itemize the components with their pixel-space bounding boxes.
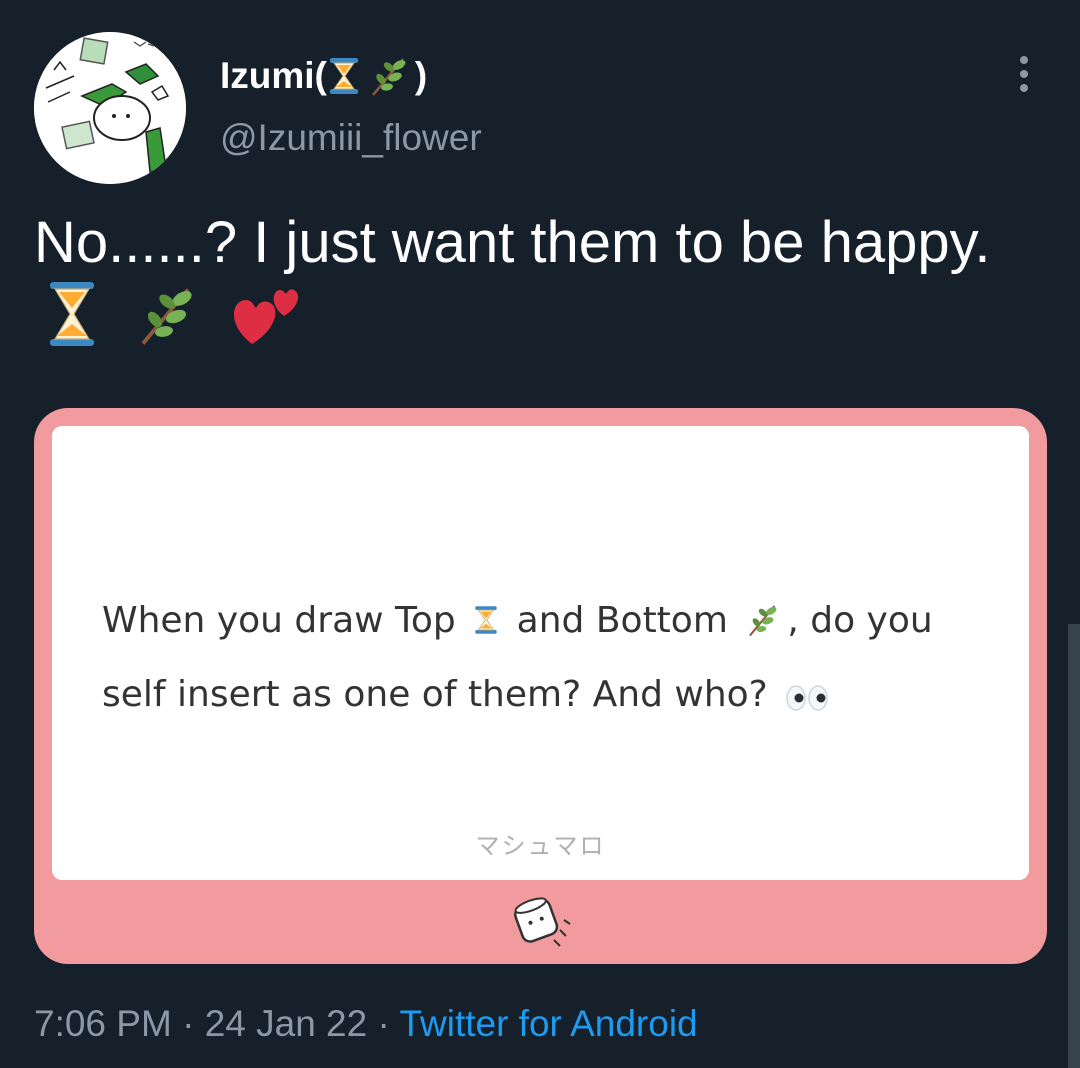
tweet-date[interactable]: 24 Jan 22	[205, 1003, 368, 1044]
question-part-1: When you draw Top	[102, 600, 456, 641]
scrollbar[interactable]	[1068, 624, 1080, 1068]
herb-icon	[141, 288, 192, 345]
eyes-icon	[786, 685, 828, 711]
display-name[interactable]: Izumi( )	[220, 52, 427, 100]
display-name-close: )	[414, 55, 428, 96]
meta-separator: ·	[171, 1003, 205, 1044]
tweet-meta: 7:06 PM · 24 Jan 22 · Twitter for Androi…	[34, 1000, 698, 1048]
herb-icon	[749, 605, 777, 637]
hourglass-icon	[475, 606, 497, 634]
meta-separator: ·	[367, 1003, 400, 1044]
question-part-2: and Bottom	[516, 600, 728, 641]
tweet-text: No......? I just want them to be happy.	[34, 208, 1044, 354]
avatar-illustration	[34, 32, 186, 184]
two-hearts-icon	[234, 289, 299, 344]
tweet-time[interactable]: 7:06 PM	[34, 1003, 172, 1044]
avatar[interactable]	[34, 32, 186, 184]
brand-label: マシュマロ	[475, 832, 606, 860]
handle[interactable]: @Izumiii_flower	[220, 116, 482, 160]
hourglass-icon	[329, 58, 358, 94]
herb-icon	[371, 58, 406, 96]
hourglass-icon	[50, 282, 94, 346]
display-name-text: Izumi(	[220, 55, 327, 96]
card-content: When you draw Top and Bottom , do you se…	[52, 426, 1029, 880]
marshmallow-icon	[514, 897, 571, 947]
tweet: Izumi( ) @Izumiii_flower No......? I jus…	[0, 0, 1080, 1068]
tweet-source-link[interactable]: Twitter for Android	[399, 1003, 697, 1044]
marshmallow-card[interactable]: When you draw Top and Bottom , do you se…	[34, 408, 1047, 964]
tweet-text-content: No......? I just want them to be happy.	[34, 210, 991, 275]
more-options-icon[interactable]	[1008, 56, 1040, 96]
question-text: When you draw Top and Bottom , do you se…	[102, 584, 982, 732]
